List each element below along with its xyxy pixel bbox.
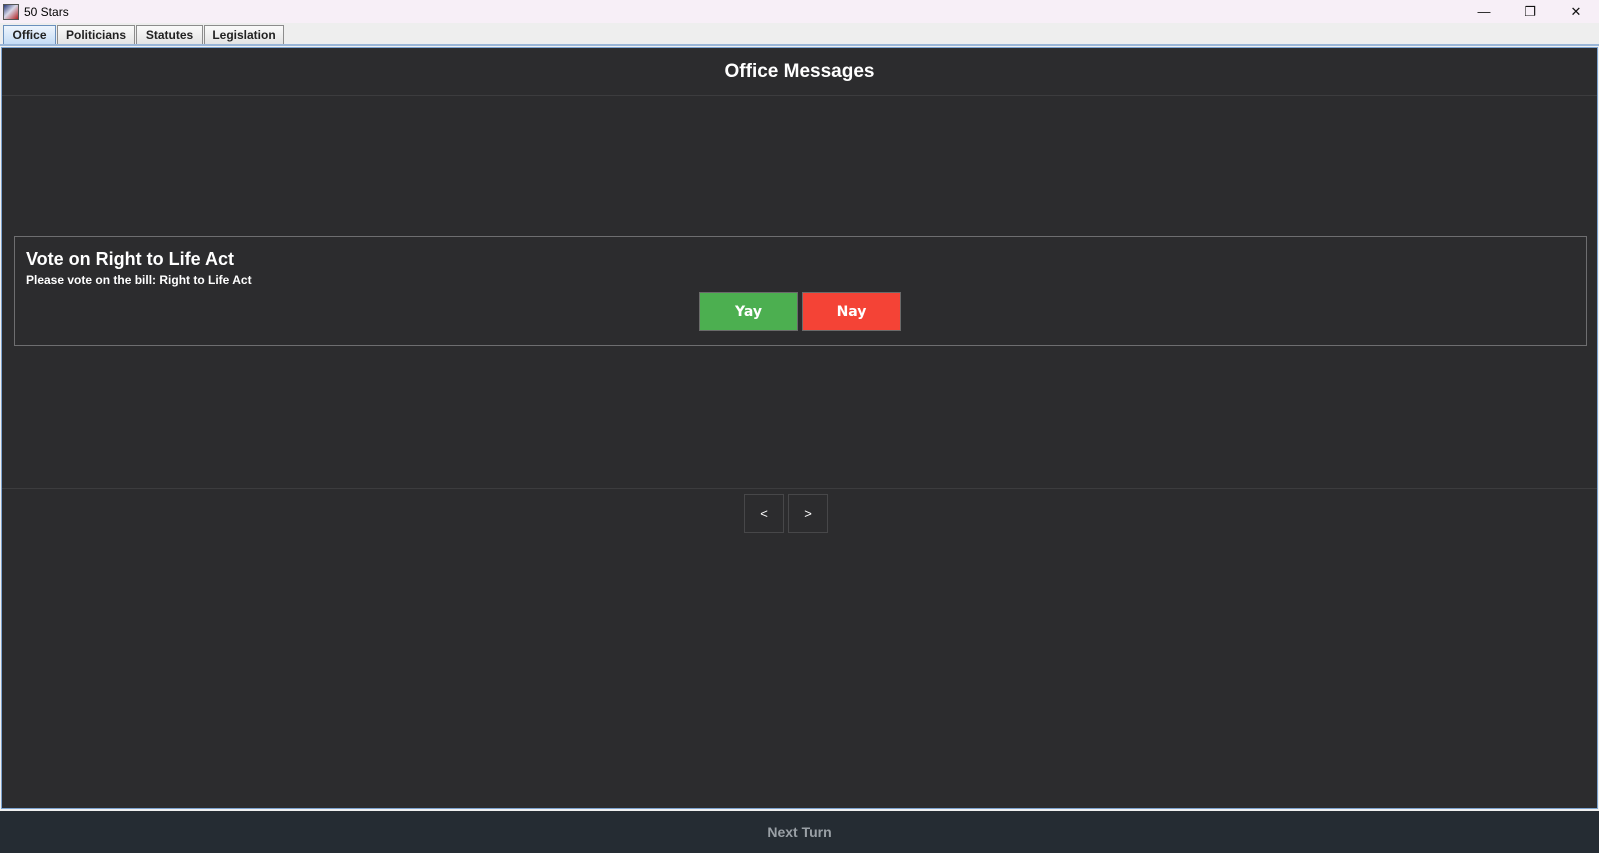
window-title: 50 Stars <box>24 4 69 19</box>
pagination-divider <box>2 488 1597 489</box>
page-title: Office Messages <box>724 61 875 82</box>
message-body: Please vote on the bill: Right to Life A… <box>26 273 252 287</box>
tab-divider <box>0 44 1599 46</box>
maximize-button[interactable]: ❐ <box>1507 0 1553 23</box>
close-button[interactable]: ✕ <box>1553 0 1599 23</box>
yay-button[interactable]: Yay <box>699 292 798 331</box>
minimize-button[interactable]: — <box>1461 0 1507 23</box>
tab-politicians[interactable]: Politicians <box>57 25 135 44</box>
tab-statutes[interactable]: Statutes <box>136 25 203 44</box>
message-title: Vote on Right to Life Act <box>26 249 234 269</box>
window-controls: — ❐ ✕ <box>1461 0 1599 23</box>
previous-message-button[interactable]: < <box>744 494 784 533</box>
tab-office[interactable]: Office <box>3 25 56 44</box>
next-message-button[interactable]: > <box>788 494 828 533</box>
office-panel: Office Messages Vote on Right to Life Ac… <box>1 47 1598 809</box>
tab-bar: Office Politicians Statutes Legislation <box>0 23 1599 45</box>
header-divider <box>2 95 1597 96</box>
title-bar: 50 Stars — ❐ ✕ <box>0 0 1599 23</box>
app-icon <box>3 3 19 20</box>
message-card: Vote on Right to Life Act Please vote on… <box>14 236 1587 346</box>
tab-legislation[interactable]: Legislation <box>204 25 284 44</box>
next-turn-button[interactable]: Next Turn <box>0 811 1599 853</box>
nay-button[interactable]: Nay <box>802 292 901 331</box>
